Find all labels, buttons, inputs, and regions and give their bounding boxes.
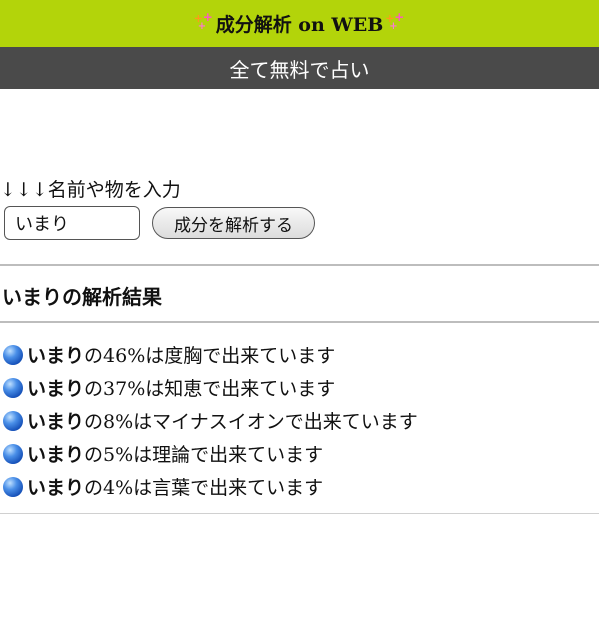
blue-ball-icon [3,443,23,464]
result-text: の8%はマイナスイオンで出来ています [84,411,418,433]
site-subheader: 全て無料で占い [0,47,599,89]
result-text: の37%は知恵で出来ています [84,378,336,400]
result-name: いまり [27,411,85,433]
result-item: いまり の8%はマイナスイオンで出来ています [0,404,418,437]
result-name: いまり [27,378,85,400]
analyze-button[interactable]: 成分を解析する [152,207,315,239]
divider [0,321,599,323]
result-item: いまり の4%は言葉で出来ています [0,470,418,503]
blue-ball-icon [3,344,23,365]
input-label: ↓↓↓名前や物を入力 [0,179,181,201]
result-list: いまり の46%は度胸で出来ています いまり の37%は知恵で出来ています いまりの… [0,338,418,503]
result-item: いまり の46%は度胸で出来ています [0,338,418,371]
result-text: の46%は度胸で出来ています [84,345,336,367]
result-name: いまり [27,444,85,466]
result-item: いまり の37%は知恵で出来ています [0,371,418,404]
result-title: いまりの解析結果 [2,285,162,309]
blue-ball-icon [3,476,23,497]
result-name: いまり [27,477,85,499]
sparkle-icon: + + + [385,9,405,32]
result-item: いまり の5%は理論で出来ています [0,437,418,470]
name-input[interactable] [4,206,140,240]
sparkle-icon: + + + [193,9,213,32]
divider [0,264,599,266]
result-name: いまり [27,345,85,367]
divider [0,513,599,514]
site-subtitle: 全て無料で占い [229,57,370,82]
site-title: 成分解析 on WEB [215,14,384,36]
site-header: + + + 成分解析 on WEB + + + [0,0,599,47]
blue-ball-icon [3,377,23,398]
result-text: の5%は理論で出来ています [84,444,324,466]
blue-ball-icon [3,410,23,431]
result-text: の4%は言葉で出来ています [84,477,324,499]
